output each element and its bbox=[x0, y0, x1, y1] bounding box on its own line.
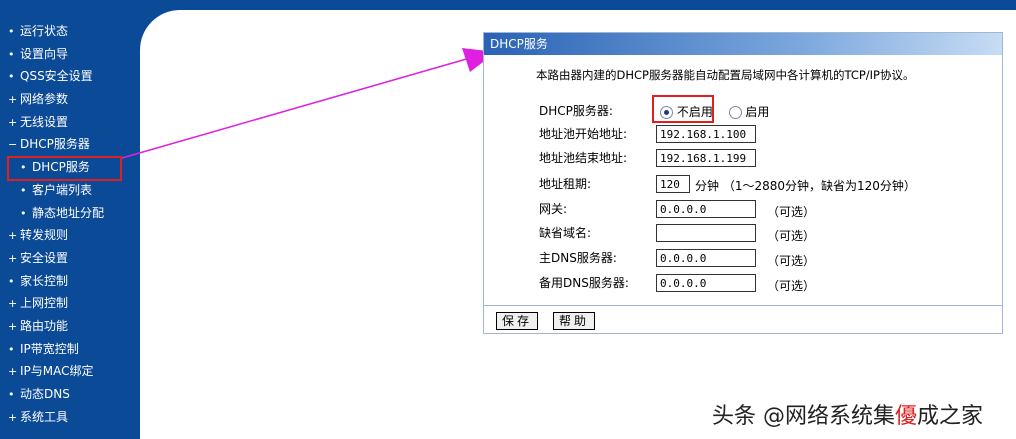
secondary-dns-input[interactable]: 0.0.0.0 bbox=[656, 274, 756, 292]
gateway-row: 网关: bbox=[539, 199, 657, 219]
domain-hint: （可选） bbox=[767, 229, 816, 243]
domain-row: 缺省域名: bbox=[539, 223, 657, 243]
lease-input[interactable]: 120 bbox=[656, 175, 690, 193]
dhcp-server-label: DHCP服务器: bbox=[539, 104, 613, 118]
pool-end-input[interactable]: 192.168.1.199 bbox=[656, 149, 756, 167]
panel-title: DHCP服务 bbox=[484, 33, 1002, 55]
watermark: 头条 @网络系统集優成之家 bbox=[712, 398, 983, 430]
radio-highlight-box bbox=[652, 95, 714, 123]
gateway-hint: （可选） bbox=[767, 205, 816, 219]
pool-start-row: 地址池开始地址: bbox=[539, 124, 657, 144]
pool-end-row: 地址池结束地址: bbox=[539, 148, 657, 168]
secondary-dns-label: 备用DNS服务器: bbox=[539, 276, 629, 290]
gateway-input[interactable]: 0.0.0.0 bbox=[656, 200, 756, 218]
dhcp-server-row: DHCP服务器: bbox=[539, 101, 657, 121]
panel-description: 本路由器内建的DHCP服务器能自动配置局域网中各计算机的TCP/IP协议。 bbox=[536, 68, 915, 82]
lease-row: 地址租期: bbox=[539, 174, 657, 194]
primary-dns-row: 主DNS服务器: bbox=[539, 248, 657, 268]
watermark-prefix: 头条 @网络系统集 bbox=[712, 404, 895, 429]
lease-label: 地址租期: bbox=[539, 177, 592, 191]
domain-label: 缺省域名: bbox=[539, 226, 592, 240]
radio-enable[interactable] bbox=[728, 106, 742, 119]
primary-dns-label: 主DNS服务器: bbox=[539, 251, 617, 265]
secondary-dns-row: 备用DNS服务器: bbox=[539, 273, 657, 293]
gateway-label: 网关: bbox=[539, 202, 568, 216]
lease-hint: 分钟 （1～2880分钟，缺省为120分钟） bbox=[695, 179, 916, 193]
radio-enable-label: 启用 bbox=[745, 105, 770, 119]
primary-dns-input[interactable]: 0.0.0.0 bbox=[656, 249, 756, 267]
secondary-dns-hint: （可选） bbox=[767, 279, 816, 293]
panel-divider bbox=[484, 305, 1002, 306]
help-button[interactable]: 帮助 bbox=[553, 312, 596, 330]
dhcp-panel: DHCP服务 本路由器内建的DHCP服务器能自动配置局域网中各计算机的TCP/I… bbox=[483, 32, 1003, 334]
pool-end-label: 地址池结束地址: bbox=[539, 151, 628, 165]
watermark-suffix: 成之家 bbox=[917, 404, 984, 429]
domain-input[interactable] bbox=[656, 224, 756, 242]
primary-dns-hint: （可选） bbox=[767, 254, 816, 268]
pool-start-label: 地址池开始地址: bbox=[539, 127, 628, 141]
save-button[interactable]: 保存 bbox=[496, 312, 539, 330]
pool-start-input[interactable]: 192.168.1.100 bbox=[656, 125, 756, 143]
watermark-mid: 優 bbox=[895, 404, 918, 429]
